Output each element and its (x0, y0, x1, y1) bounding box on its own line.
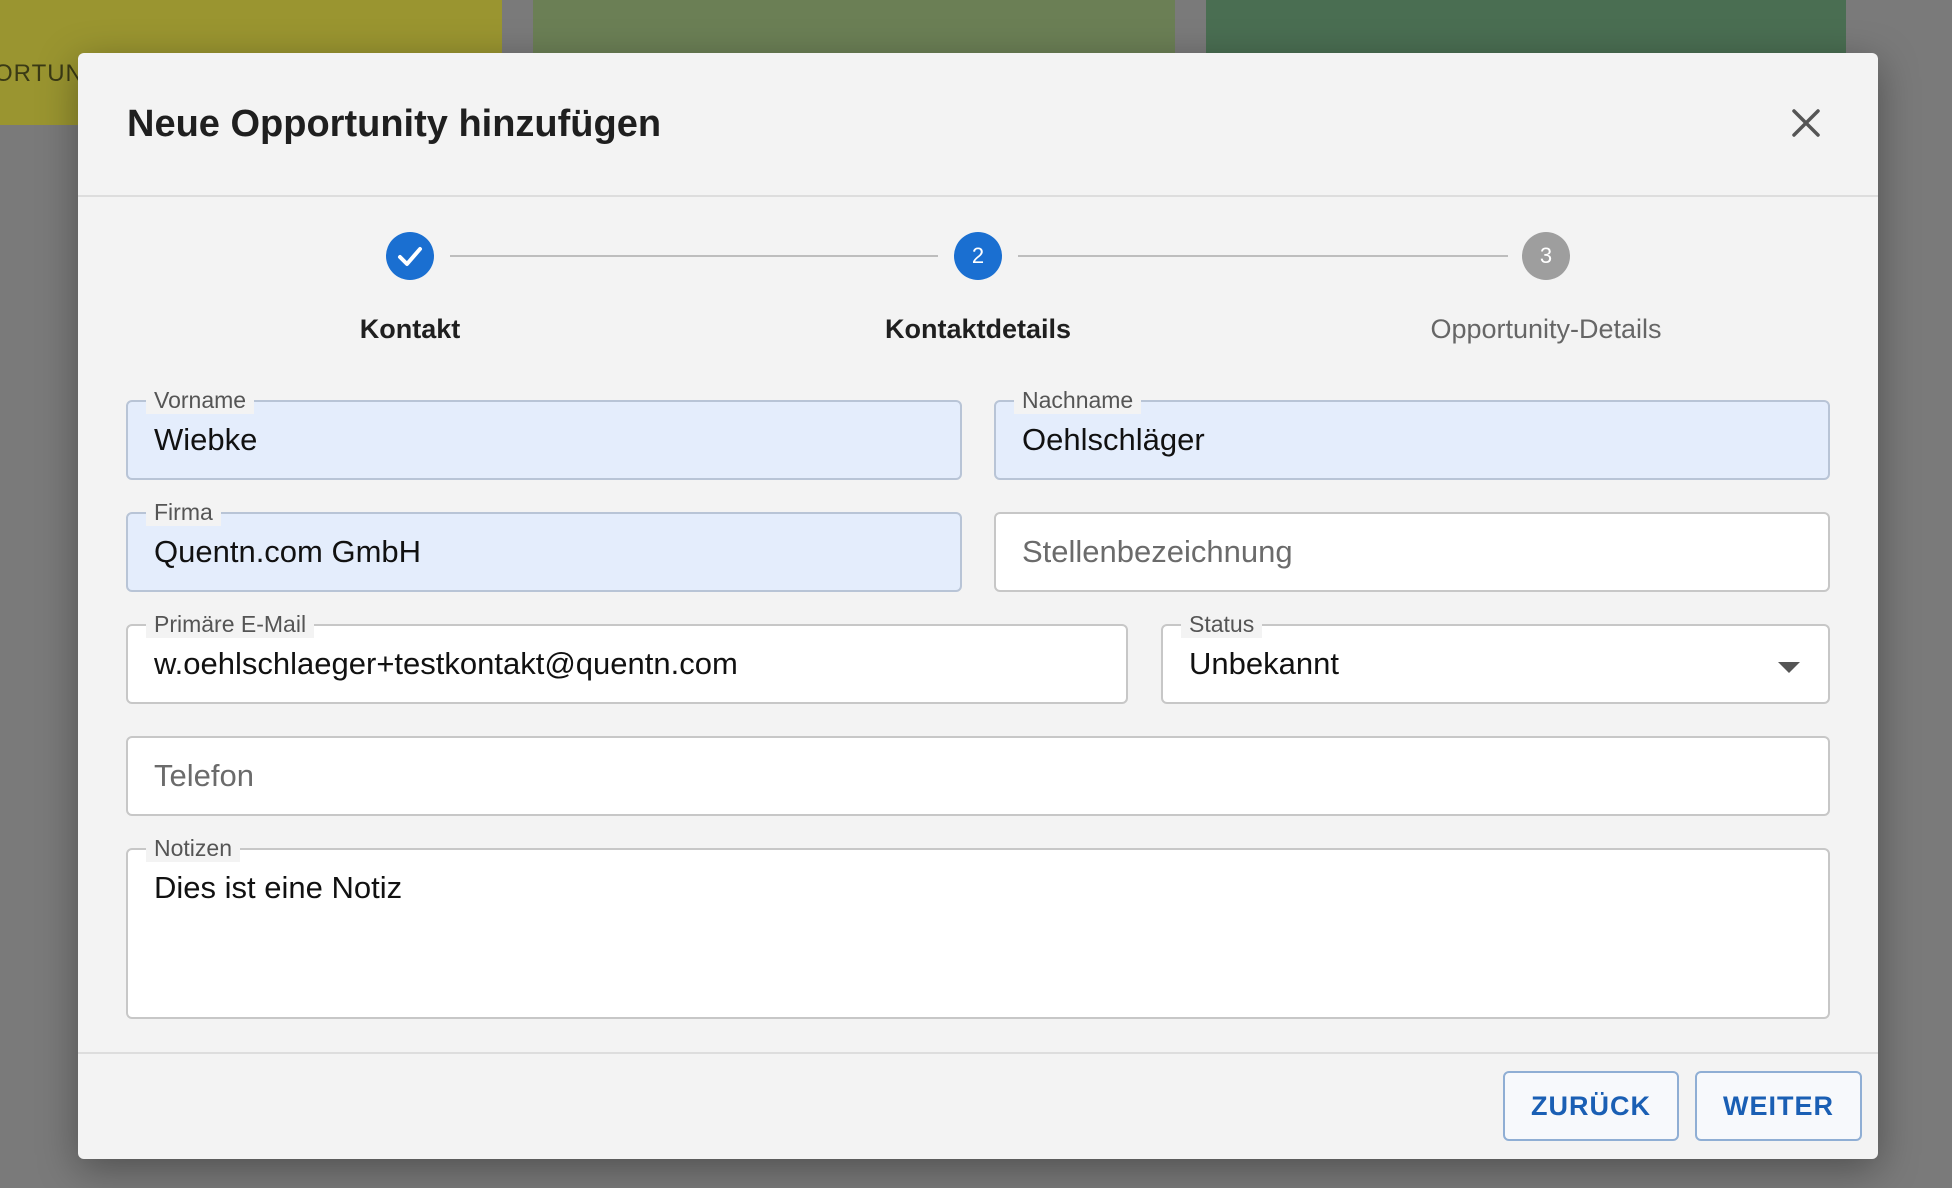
step-1-label: Kontakt (359, 314, 461, 344)
email-label: Primäre E-Mail (146, 610, 315, 638)
firma-field[interactable]: Firma Quentn.com GmbH (126, 498, 962, 592)
vorname-value: Wiebke (154, 422, 258, 457)
step-connector-2 (1018, 255, 1508, 257)
telefon-field[interactable]: Telefon (126, 736, 1830, 816)
firma-label: Firma (146, 498, 221, 526)
firma-value: Quentn.com GmbH (154, 534, 422, 569)
nachname-value: Oehlschläger (1022, 422, 1205, 457)
notizen-value: Dies ist eine Notiz (154, 870, 403, 905)
close-button[interactable] (1786, 103, 1826, 143)
step-1-circle (386, 232, 434, 280)
dialog-header: Neue Opportunity hinzufügen (78, 53, 1878, 197)
status-value: Unbekannt (1189, 646, 1339, 681)
status-select[interactable]: Status Unbekannt (1161, 610, 1830, 704)
footer-divider (78, 1052, 1878, 1054)
step-2-label: Kontaktdetails (884, 314, 1072, 344)
nachname-label: Nachname (1014, 386, 1142, 414)
status-label: Status (1181, 610, 1263, 638)
add-opportunity-dialog: Neue Opportunity hinzufügen 2 3 Kontakt … (78, 53, 1878, 1159)
stellenbezeichnung-placeholder: Stellenbezeichnung (1022, 534, 1293, 569)
email-field[interactable]: Primäre E-Mail w.oehlschlaeger+testkonta… (126, 610, 1128, 704)
step-connector-1 (450, 255, 938, 257)
background-column-label: ORTUN (0, 60, 84, 87)
dialog-title: Neue Opportunity hinzufügen (127, 103, 662, 145)
stellenbezeichnung-field[interactable]: Stellenbezeichnung (994, 512, 1830, 592)
close-icon (1792, 109, 1820, 137)
vorname-field[interactable]: Vorname Wiebke (126, 386, 962, 480)
stepper: 2 3 Kontakt Kontaktdetails Opportunity-D… (78, 197, 1878, 397)
nachname-field[interactable]: Nachname Oehlschläger (994, 386, 1830, 480)
step-3-circle: 3 (1522, 232, 1570, 280)
email-value: w.oehlschlaeger+testkontakt@quentn.com (154, 646, 738, 681)
notizen-label: Notizen (146, 834, 240, 862)
vorname-label: Vorname (146, 386, 255, 414)
step-2-circle: 2 (954, 232, 1002, 280)
next-button[interactable]: WEITER (1695, 1071, 1862, 1141)
check-icon (398, 247, 422, 266)
back-button[interactable]: ZURÜCK (1503, 1071, 1679, 1141)
notizen-textarea[interactable]: Notizen Dies ist eine Notiz (126, 834, 1830, 1019)
step-3-label: Opportunity-Details (1430, 314, 1662, 344)
telefon-placeholder: Telefon (154, 758, 254, 793)
chevron-down-icon[interactable] (1778, 662, 1800, 673)
